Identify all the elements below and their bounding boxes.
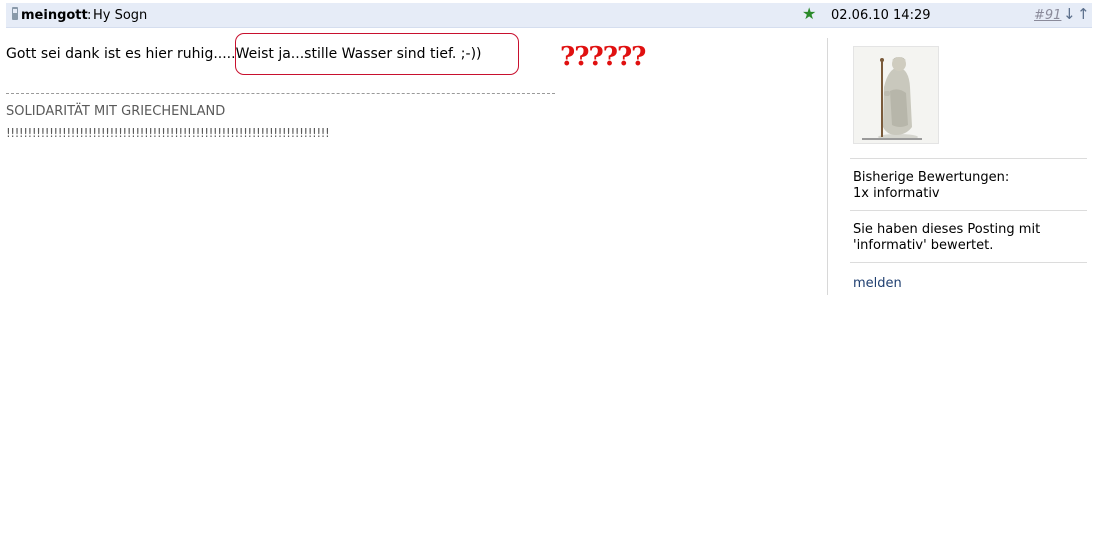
posting-number-link[interactable]: #91 [1034,8,1061,23]
star-icon: ★ [802,4,817,23]
sidebar-divider [827,38,828,295]
posting-date: 02.06.10 14:29 [831,8,931,23]
signature-text: SOLIDARITÄT MIT GRIECHENLAND [6,104,226,119]
sidebar-separator [850,158,1087,159]
avatar-image [854,47,938,143]
arrow-up-icon[interactable]: ↑ [1077,5,1090,23]
posting-title: Hy Sogn [93,8,148,23]
question-marks: ?????? [560,42,646,72]
posting-header: meingott : Hy Sogn ★ 02.06.10 14:29 #91 … [6,3,1092,28]
ratings-value: 1x informativ [853,186,940,201]
report-link[interactable]: melden [853,276,902,291]
sidebar-separator [850,210,1087,211]
arrow-down-icon[interactable]: ↓ [1063,5,1076,23]
ratings-label: Bisherige Bewertungen: [853,170,1010,185]
header-separator: : [87,8,92,23]
sidebar-separator [850,262,1087,263]
phone-icon [12,7,18,20]
signature-exclamations: !!!!!!!!!!!!!!!!!!!!!!!!!!!!!!!!!!!!!!!!… [6,126,330,140]
rated-note-line2: 'informativ' bewertet. [853,238,994,253]
signature-divider [6,93,555,94]
username[interactable]: meingott [21,8,88,23]
rated-note-line1: Sie haben dieses Posting mit [853,222,1041,237]
highlight-bubble [235,33,519,75]
avatar [853,46,939,144]
